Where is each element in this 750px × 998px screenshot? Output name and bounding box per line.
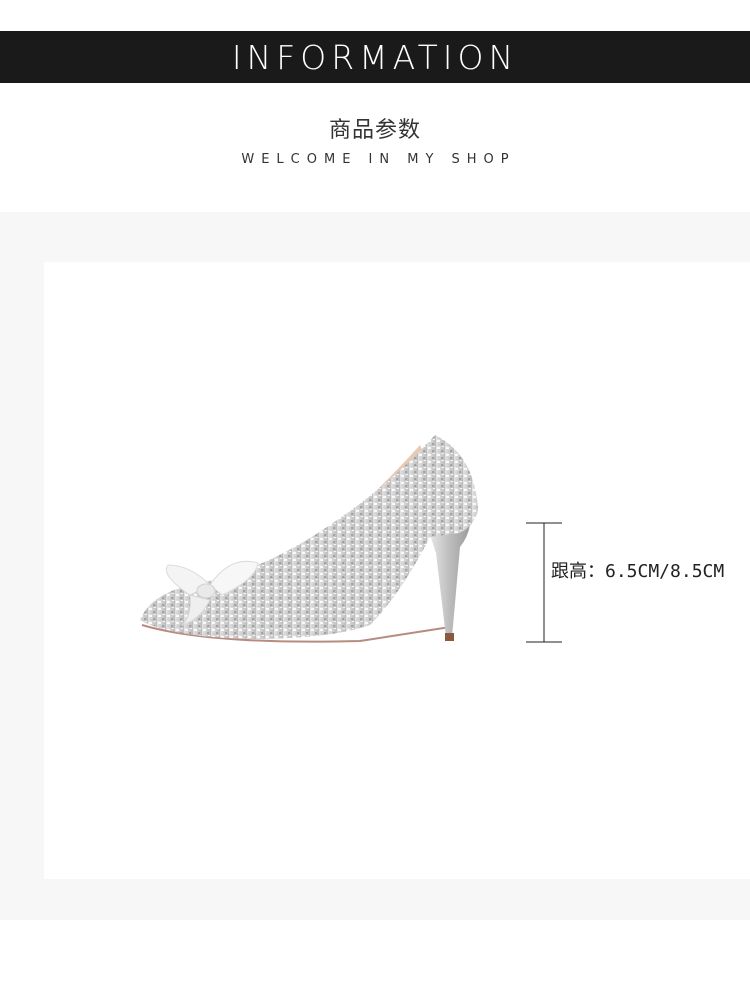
information-banner: INFORMATION xyxy=(0,31,750,83)
section-subtitle-en: WELCOME IN MY SHOP xyxy=(241,152,516,167)
banner-title: INFORMATION xyxy=(231,37,519,77)
section-title-cn: 商品参数 xyxy=(328,118,421,143)
product-info-page: INFORMATION 商品参数 WELCOME IN MY SHOP 跟高：6… xyxy=(0,0,750,998)
shoe-image xyxy=(140,435,478,643)
heel xyxy=(430,525,470,637)
heel-height-label: 跟高：6.5CM/8.5CM xyxy=(551,561,725,582)
